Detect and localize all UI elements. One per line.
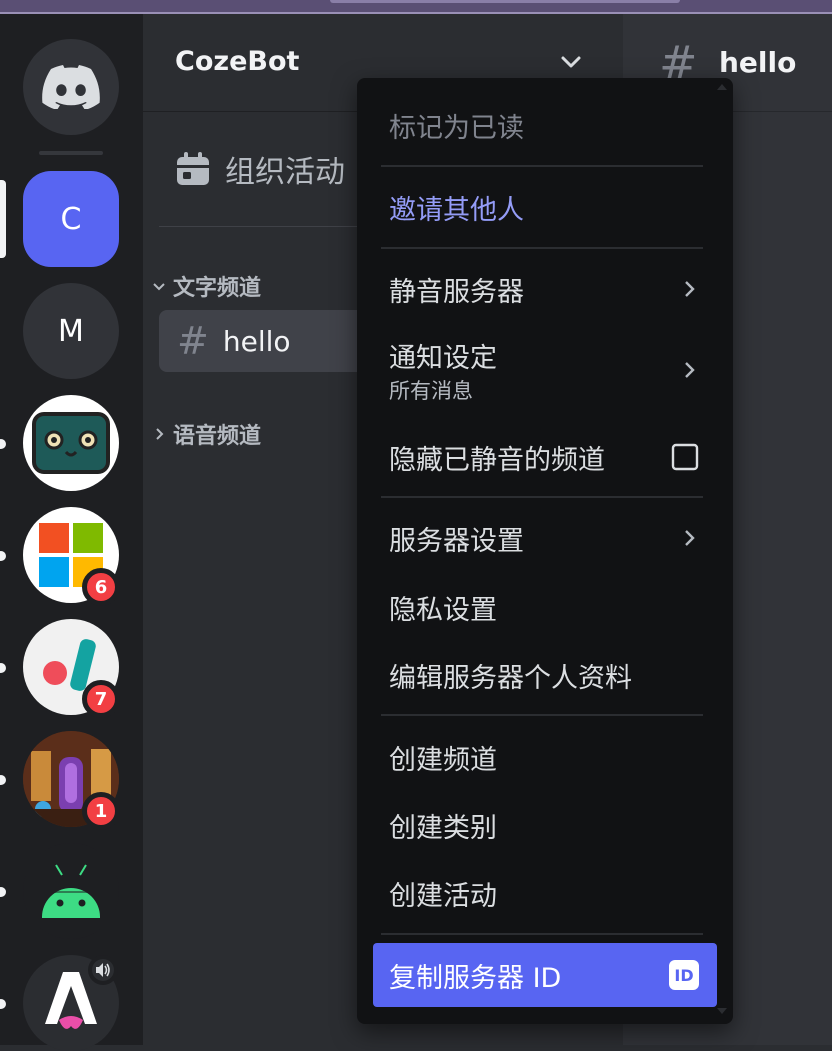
menu-item-label: 邀请其他人 — [389, 194, 524, 226]
menu-item-label: 创建类别 — [389, 812, 497, 844]
menu-item-copy-server-id[interactable]: 复制服务器 ID ID — [373, 943, 717, 1007]
menu-item-create-category[interactable]: 创建类别 — [373, 792, 717, 858]
guild-context-menu: 标记为已读 邀请其他人 静音服务器 通知设定 所有消息 隐藏已静音的频道 服务器… — [357, 78, 733, 1024]
server-initial: C — [60, 201, 82, 237]
chevron-down-icon — [153, 283, 165, 291]
id-badge-icon: ID — [669, 960, 699, 990]
unread-indicator — [0, 439, 6, 449]
unread-indicator — [0, 999, 6, 1009]
server-initial: M — [58, 313, 84, 349]
menu-item-label: 隐私设置 — [389, 594, 497, 626]
title-bar-tab — [330, 0, 680, 3]
category-label: 文字频道 — [173, 276, 262, 301]
unread-indicator — [0, 775, 6, 785]
events-label: 组织活动 — [225, 155, 345, 190]
chevron-right-icon — [685, 281, 695, 297]
unread-indicator — [0, 887, 6, 897]
robot-face-icon — [32, 412, 110, 474]
server-robot-face[interactable] — [23, 395, 119, 491]
chevron-right-icon — [156, 428, 164, 440]
menu-item-sublabel: 所有消息 — [389, 378, 473, 403]
channel-name: hello — [222, 324, 291, 358]
menu-item-label: 通知设定 — [389, 342, 497, 374]
server-android[interactable] — [23, 843, 119, 939]
discord-home-button[interactable] — [23, 39, 119, 135]
menu-item-mute-server[interactable]: 静音服务器 — [373, 256, 717, 322]
menu-item-hide-muted[interactable]: 隐藏已静音的频道 — [373, 424, 717, 490]
mention-badge: 1 — [82, 792, 120, 830]
menu-item-label: 复制服务器 ID — [389, 962, 562, 994]
calendar-icon — [177, 152, 209, 185]
menu-item-label: 标记为已读 — [389, 112, 524, 144]
menu-item-privacy-settings[interactable]: 隐私设置 — [373, 574, 717, 640]
server-c[interactable]: C — [23, 171, 119, 267]
menu-item-label: 编辑服务器个人资料 — [389, 662, 632, 694]
menu-item-notification-settings[interactable]: 通知设定 所有消息 — [373, 328, 717, 412]
category-label: 语音频道 — [173, 424, 262, 449]
category-text-channels[interactable]: 文字频道 — [151, 270, 261, 302]
chevron-right-icon — [685, 362, 695, 378]
menu-separator — [381, 496, 703, 498]
mention-badge: 6 — [82, 568, 120, 606]
android-robot-icon — [42, 864, 100, 918]
menu-item-server-settings[interactable]: 服务器设置 — [373, 505, 717, 571]
events-link[interactable]: 组织活动 — [175, 146, 345, 192]
window-top-bar — [0, 0, 832, 14]
category-voice-channels[interactable]: 语音频道 — [151, 418, 261, 450]
menu-item-label: 服务器设置 — [389, 525, 524, 557]
scroll-down-arrow[interactable] — [717, 1008, 727, 1014]
unread-indicator — [0, 663, 6, 673]
discord-logo-icon — [42, 65, 100, 109]
menu-separator — [381, 165, 703, 167]
menu-item-label: 创建活动 — [389, 880, 497, 912]
menu-item-edit-server-profile[interactable]: 编辑服务器个人资料 — [373, 642, 717, 708]
menu-item-label: 创建频道 — [389, 744, 497, 776]
hash-icon: # — [177, 319, 209, 363]
server-m[interactable]: M — [23, 283, 119, 379]
selected-server-indicator — [0, 180, 6, 258]
chevron-right-icon — [685, 530, 695, 546]
menu-item-label: 隐藏已静音的频道 — [389, 444, 605, 476]
menu-item-label: 静音服务器 — [389, 276, 524, 308]
mention-badge: 7 — [82, 680, 120, 718]
menu-item-create-event[interactable]: 创建活动 — [373, 860, 717, 926]
menu-item-create-channel[interactable]: 创建频道 — [373, 724, 717, 790]
chevron-down-icon[interactable] — [557, 48, 585, 76]
server-rail: C M 6 7 1 — [0, 14, 143, 1051]
voice-speaker-icon — [88, 955, 118, 985]
guild-name: CozeBot — [175, 46, 300, 77]
chat-channel-title: hello — [719, 46, 797, 79]
rail-divider — [39, 151, 103, 155]
id-badge-text: ID — [674, 965, 694, 985]
menu-separator — [381, 933, 703, 935]
checkbox-icon[interactable] — [671, 443, 699, 471]
scroll-up-arrow[interactable] — [717, 84, 727, 90]
menu-item-mark-read[interactable]: 标记为已读 — [373, 92, 717, 158]
menu-separator — [381, 247, 703, 249]
menu-item-invite[interactable]: 邀请其他人 — [373, 174, 717, 240]
unread-indicator — [0, 551, 6, 561]
menu-separator — [381, 714, 703, 716]
